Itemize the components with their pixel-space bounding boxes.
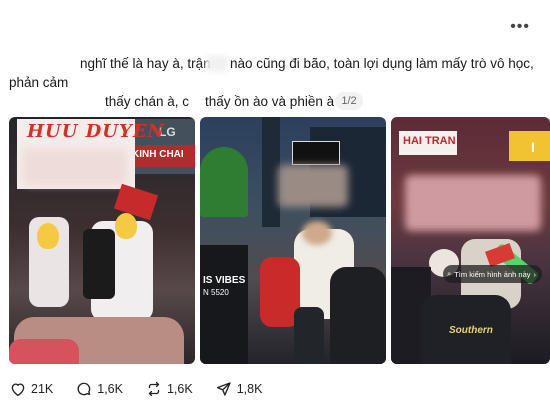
post-actions: 21K 1,6K 1,6K 1,8K: [9, 380, 284, 398]
post-text-line3b: thấy ồn ào và phiền à: [205, 94, 335, 109]
repost-icon: [148, 381, 160, 397]
comment-icon: [77, 382, 91, 396]
chevron-right-icon: ›: [533, 269, 537, 279]
repost-count: 1,6K: [166, 382, 193, 396]
storefront-sign-2: I: [531, 139, 535, 155]
comment-button[interactable]: 1,6K: [75, 380, 123, 398]
sign-text: HUU DUYEN: [27, 121, 165, 142]
shirt-print: IS VIBES: [203, 275, 246, 286]
heart-icon: [11, 383, 25, 397]
comment-count: 1,6K: [97, 382, 123, 396]
image-search-icon: ⌕: [447, 269, 452, 278]
storefront-sign: KINH CHAI: [132, 149, 184, 160]
repost-button[interactable]: 1,6K: [145, 380, 193, 398]
shirt-print-sub: N 5520: [203, 288, 229, 297]
post-image-1[interactable]: LG KINH CHAI HUU DUYEN: [9, 117, 195, 364]
post-text-line3a: thấy chán à, c: [105, 94, 190, 109]
post-text-line1a: nghĩ thế là hay à, trận: [80, 56, 211, 71]
like-button[interactable]: 21K: [9, 380, 53, 398]
share-button[interactable]: 1,8K: [215, 380, 263, 398]
post-text-line2: phản cảm: [9, 75, 69, 90]
post-image-2[interactable]: IS VIBES N 5520: [200, 117, 386, 364]
like-count: 21K: [31, 382, 54, 396]
redacted-word: [206, 55, 228, 72]
post-image-3[interactable]: HAI TRAN I Southern ⌕ Tìm kiếm hình ảnh …: [391, 117, 550, 364]
post-text-line1b: nào cũng đi bão, toàn lợi dụng làm mấy t…: [230, 56, 534, 71]
image-counter: 1/2: [335, 92, 363, 110]
club-banner: [292, 141, 340, 165]
face-cover-emoji: [37, 223, 59, 249]
image-search-label: Tìm kiếm hình ảnh này: [454, 269, 531, 279]
more-options-icon[interactable]: •••: [510, 18, 530, 36]
jacket-print: Southern: [449, 325, 493, 336]
storefront-sign: HAI TRAN: [403, 135, 456, 147]
send-icon: [216, 382, 231, 396]
face-cover-emoji: [115, 213, 137, 239]
share-count: 1,8K: [236, 382, 263, 396]
image-search-button[interactable]: ⌕ Tìm kiếm hình ảnh này ›: [443, 265, 542, 283]
